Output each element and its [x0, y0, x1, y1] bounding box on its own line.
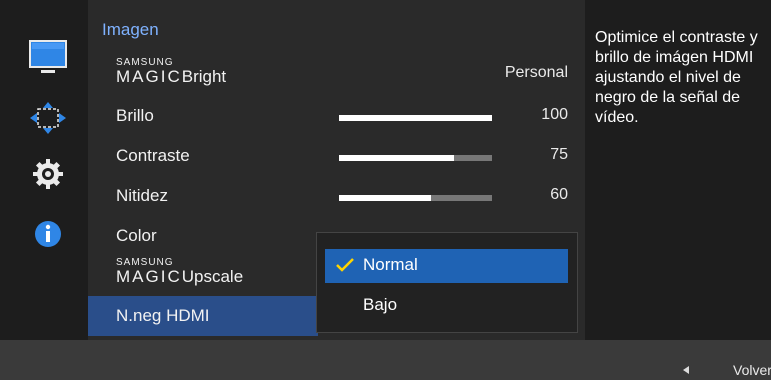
- menu-row-magicbright[interactable]: SAMSUNG MAGICBright Personal: [102, 54, 580, 94]
- dropdown-option-label: Bajo: [363, 295, 398, 314]
- back-arrow-icon[interactable]: [683, 366, 689, 374]
- magicupscale-label: SAMSUNG MAGICUpscale: [116, 258, 243, 286]
- magicbright-label: SAMSUNG MAGICBright: [116, 58, 226, 86]
- menu-row-nitidez[interactable]: Nitidez 60: [102, 176, 580, 216]
- magicupscale-suffix-label: Upscale: [181, 267, 244, 286]
- brand-magic-label: MAGIC: [116, 67, 182, 86]
- contraste-slider-fill: [339, 155, 454, 161]
- brillo-slider[interactable]: [339, 115, 492, 121]
- info-icon[interactable]: [20, 210, 76, 258]
- help-panel: Optimice el contraste y brillo de imágen…: [585, 0, 771, 340]
- nitidez-slider[interactable]: [339, 195, 492, 201]
- brand-magic-label: MAGIC: [116, 267, 182, 286]
- menu-row-nneg-hdmi[interactable]: N.neg HDMI: [88, 296, 318, 336]
- brillo-slider-fill: [339, 115, 492, 121]
- magicbright-suffix-label: Bright: [181, 67, 227, 86]
- sidebar: [0, 0, 88, 340]
- nitidez-slider-fill: [339, 195, 431, 201]
- picture-icon[interactable]: [20, 34, 76, 82]
- nneg-hdmi-label: N.neg HDMI: [116, 306, 210, 325]
- screen-adjust-icon[interactable]: [20, 94, 76, 142]
- contraste-slider[interactable]: [339, 155, 492, 161]
- nitidez-label: Nitidez: [116, 186, 168, 205]
- menu-row-contraste[interactable]: Contraste 75: [102, 136, 580, 176]
- back-button[interactable]: Volver: [733, 362, 771, 378]
- nneg-hdmi-dropdown[interactable]: Normal Bajo: [316, 232, 578, 333]
- check-icon: [335, 257, 355, 278]
- dropdown-option-normal[interactable]: Normal: [325, 249, 568, 283]
- footer-bar: Volver: [0, 340, 771, 380]
- magicbright-value: Personal: [504, 64, 568, 81]
- gear-icon[interactable]: [20, 150, 76, 198]
- color-label: Color: [116, 226, 157, 245]
- menu-title: Imagen: [102, 20, 159, 39]
- contraste-label: Contraste: [116, 146, 190, 165]
- brillo-value: 100: [541, 106, 568, 123]
- brillo-label: Brillo: [116, 106, 154, 125]
- menu-row-brillo[interactable]: Brillo 100: [102, 96, 580, 136]
- help-text: Optimice el contraste y brillo de imágen…: [595, 29, 758, 126]
- contraste-value: 75: [550, 146, 568, 163]
- dropdown-option-label: Normal: [363, 255, 418, 274]
- nitidez-value: 60: [550, 186, 568, 203]
- dropdown-option-bajo[interactable]: Bajo: [325, 289, 568, 323]
